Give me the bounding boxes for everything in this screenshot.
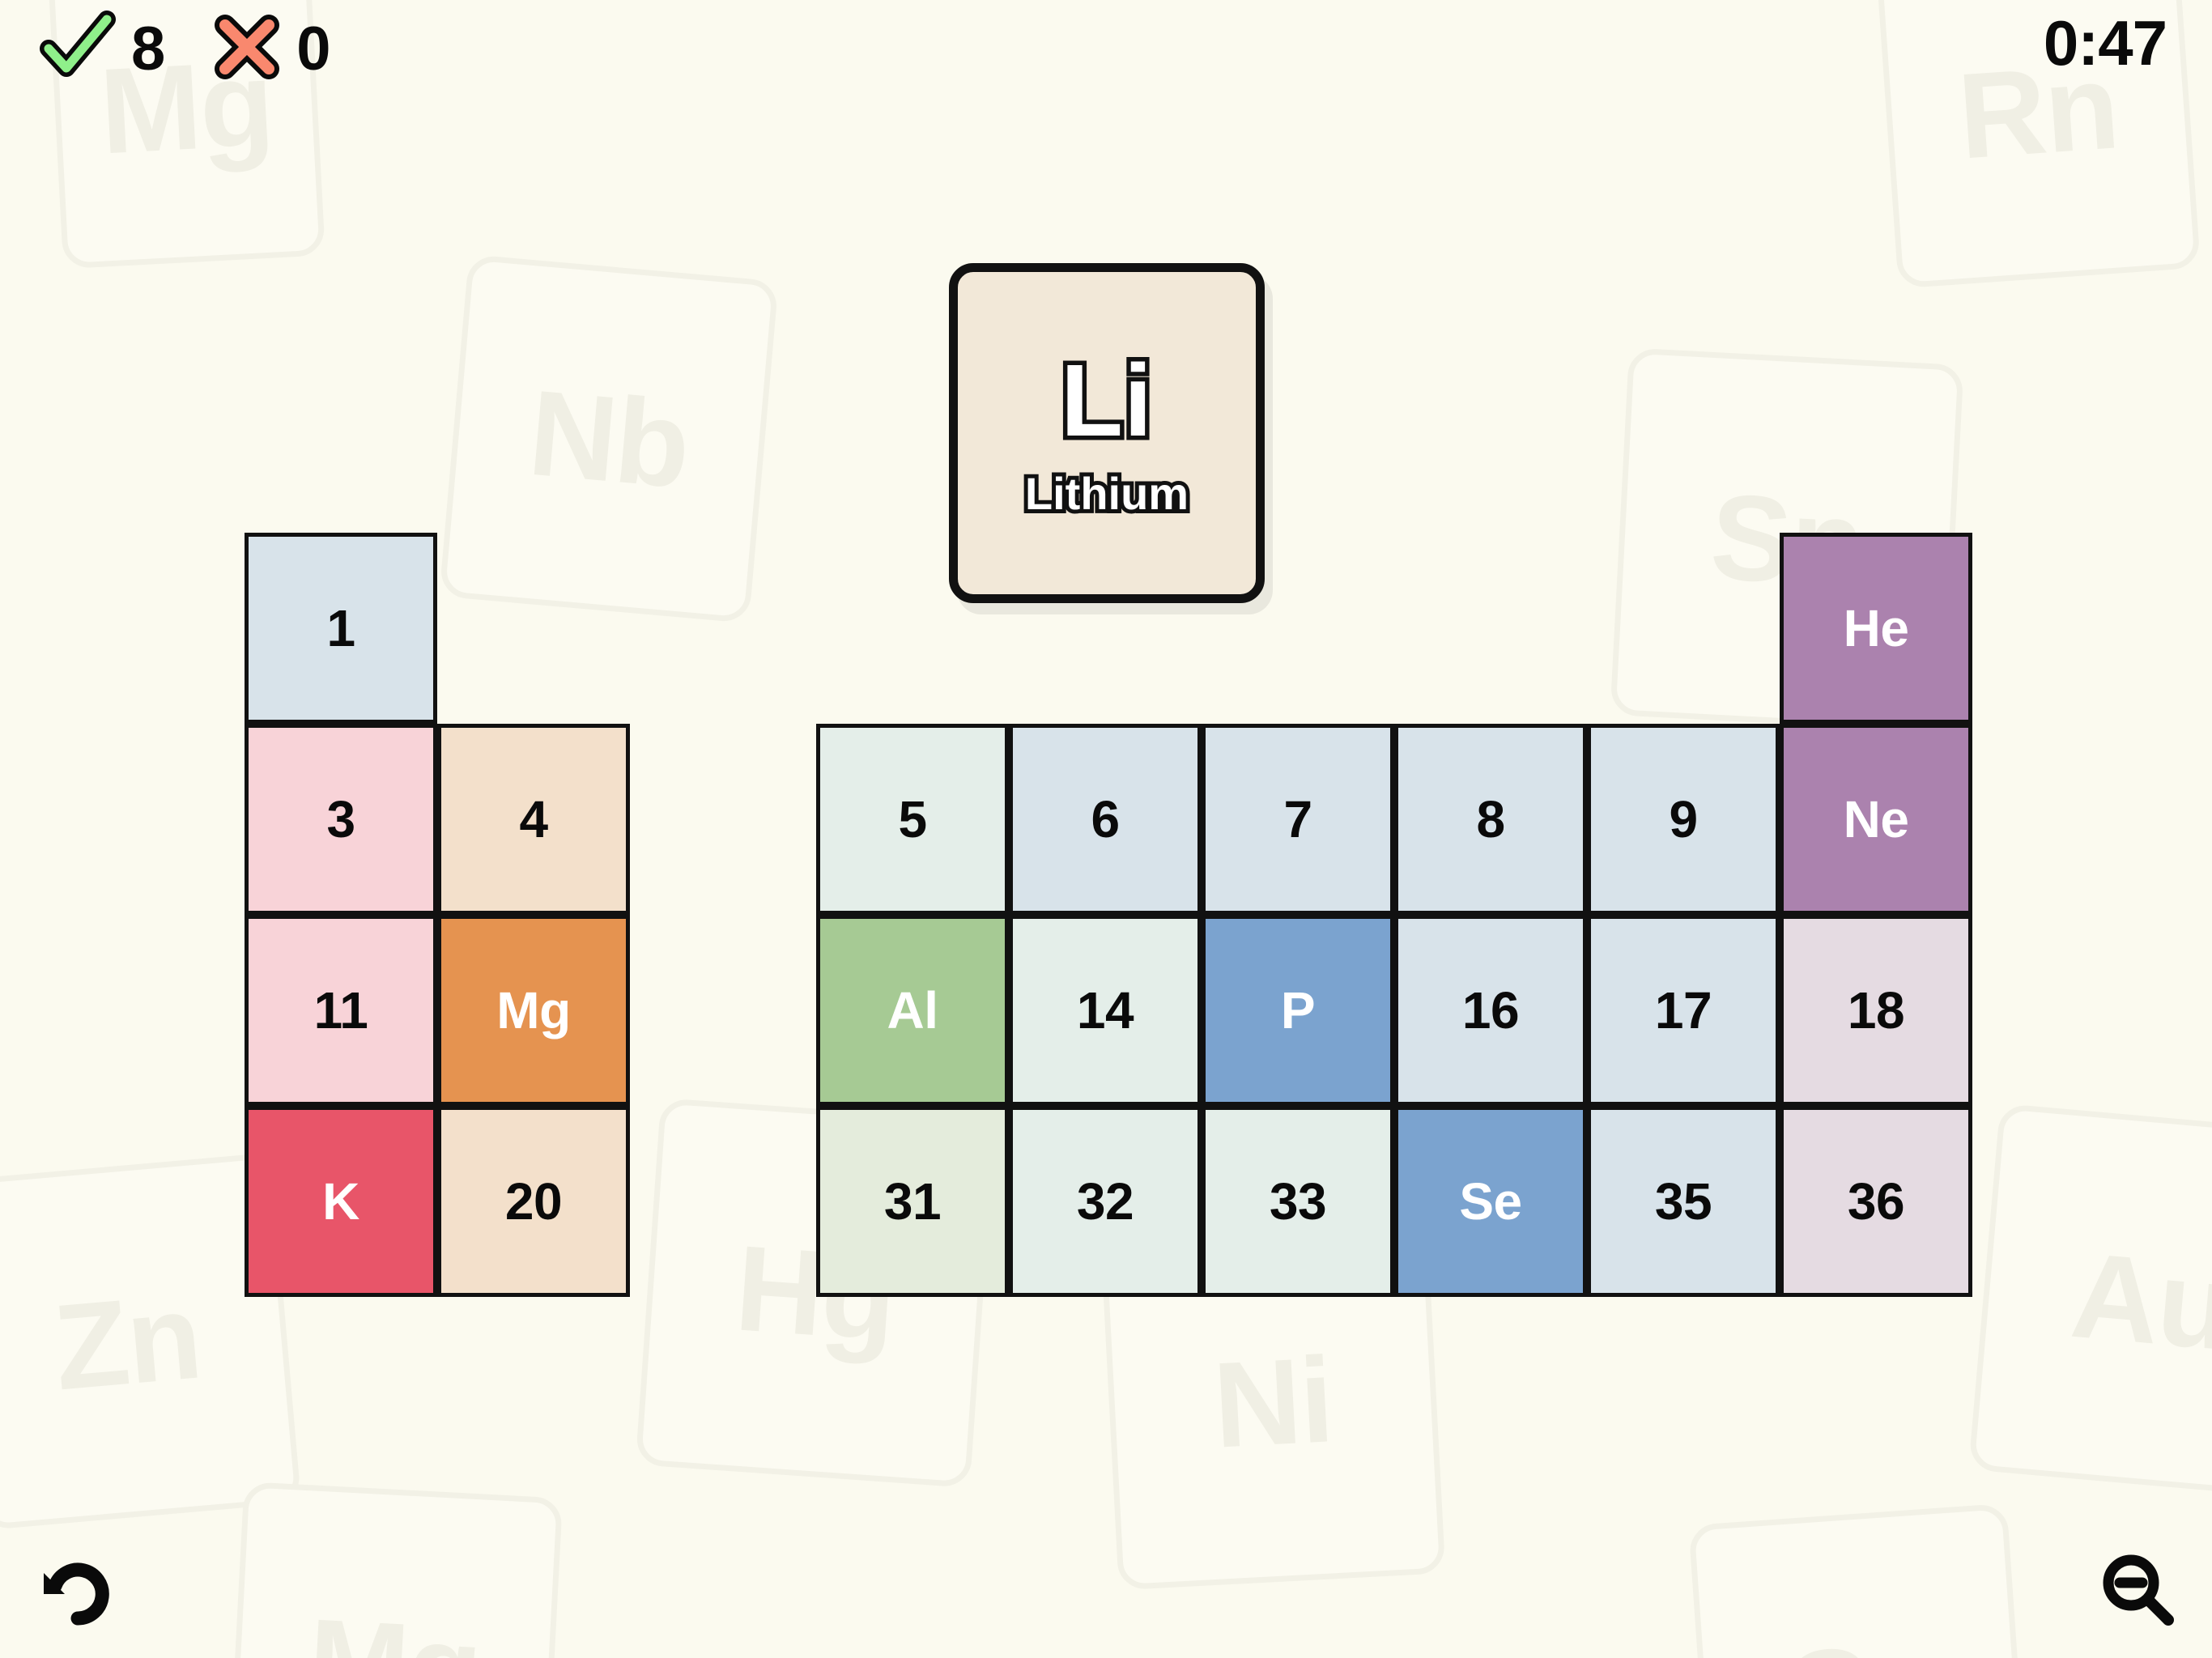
cell-element-symbol: He [1843,599,1909,657]
periodic-table-left-block: 1 3 4 11 Mg K 20 [245,533,630,1297]
zoom-out-icon [2103,1554,2174,1626]
score-hud: 8 0 [39,10,331,88]
watermark-symbol: Zn [49,1267,206,1415]
cell-atomic-number: 14 [1076,981,1134,1039]
periodic-table-right-block: He 5 6 7 8 9 Ne Al 14 P 16 17 18 31 32 33 Se 35 36 [816,533,1972,1297]
watermark-card: Au [1968,1103,2212,1499]
watermark-symbol: Nb [524,363,694,513]
cell-atomic-number: 5 [898,790,927,848]
cell-element-symbol: Mg [496,981,571,1039]
watermark-symbol: Ca [1779,1614,1940,1658]
cell-atomic-number: 7 [1283,790,1312,848]
cell-element-symbol: Al [887,981,939,1039]
cell-atomic-number: 17 [1654,981,1712,1039]
cell-atomic-number: 18 [1847,981,1905,1039]
element-cell[interactable]: 18 [1780,915,1972,1106]
element-cell[interactable]: 8 [1394,724,1587,915]
element-cell[interactable]: 7 [1202,724,1394,915]
cross-icon [212,12,282,86]
cell-atomic-number: 20 [504,1172,563,1231]
element-cell[interactable]: Se [1394,1106,1587,1297]
cell-atomic-number: 9 [1669,790,1698,848]
watermark-card: Ca [1688,1503,2031,1658]
element-cell[interactable]: He [1780,533,1972,724]
element-cell[interactable]: 31 [816,1106,1009,1297]
cell-element-symbol: P [1280,981,1316,1039]
cell-atomic-number: 32 [1076,1172,1134,1231]
cell-atomic-number: 3 [326,790,355,848]
watermark-symbol: Ni [1210,1330,1336,1473]
game-screen: MgNbRnSnZnHgNiAuMgCa 8 0 0:47 Li Lithium… [0,0,2212,1658]
element-cell[interactable]: 17 [1587,915,1780,1106]
element-cell[interactable]: Ne [1780,724,1972,915]
zoom-out-button[interactable] [2097,1549,2178,1634]
element-cell[interactable]: 4 [437,724,630,915]
cell-atomic-number: 8 [1476,790,1505,848]
watermark-symbol: Mg [304,1591,483,1658]
cell-atomic-number: 4 [519,790,548,848]
cell-element-symbol: Ne [1843,790,1909,848]
cell-atomic-number: 1 [326,599,355,657]
cell-element-symbol: K [322,1172,359,1231]
undo-arrow-icon [44,1562,109,1626]
element-cell[interactable]: 14 [1009,915,1202,1106]
element-cell[interactable]: Mg [437,915,630,1106]
timer-display: 0:47 [2043,7,2167,79]
cell-atomic-number: 31 [883,1172,942,1231]
cell-atomic-number: 11 [313,981,368,1039]
element-cell[interactable]: K [245,1106,437,1297]
correct-count: 8 [131,14,166,83]
element-name: Lithium [1021,467,1193,521]
element-cell[interactable]: P [1202,915,1394,1106]
cell-atomic-number: 16 [1461,981,1520,1039]
undo-button[interactable] [36,1549,120,1637]
element-symbol: Li [1057,343,1157,457]
element-cell[interactable]: 1 [245,533,437,724]
check-icon [39,10,117,88]
cell-element-symbol: Se [1459,1172,1522,1231]
element-cell[interactable]: 33 [1202,1106,1394,1297]
element-cell[interactable]: 36 [1780,1106,1972,1297]
element-cell[interactable]: 5 [816,724,1009,915]
cell-atomic-number: 6 [1091,790,1120,848]
element-cell[interactable]: 20 [437,1106,630,1297]
element-cell[interactable]: 3 [245,724,437,915]
element-cell[interactable]: 6 [1009,724,1202,915]
wrong-count: 0 [296,14,331,83]
element-cell[interactable]: 32 [1009,1106,1202,1297]
element-cell[interactable]: Al [816,915,1009,1106]
watermark-symbol: Au [2066,1226,2212,1375]
element-cell[interactable]: 9 [1587,724,1780,915]
element-cell[interactable]: 35 [1587,1106,1780,1297]
cell-atomic-number: 33 [1269,1172,1327,1231]
cell-atomic-number: 35 [1654,1172,1712,1231]
watermark-card: Mg [225,1481,564,1658]
cell-atomic-number: 36 [1847,1172,1905,1231]
element-cell[interactable]: 11 [245,915,437,1106]
element-cell[interactable]: 16 [1394,915,1587,1106]
